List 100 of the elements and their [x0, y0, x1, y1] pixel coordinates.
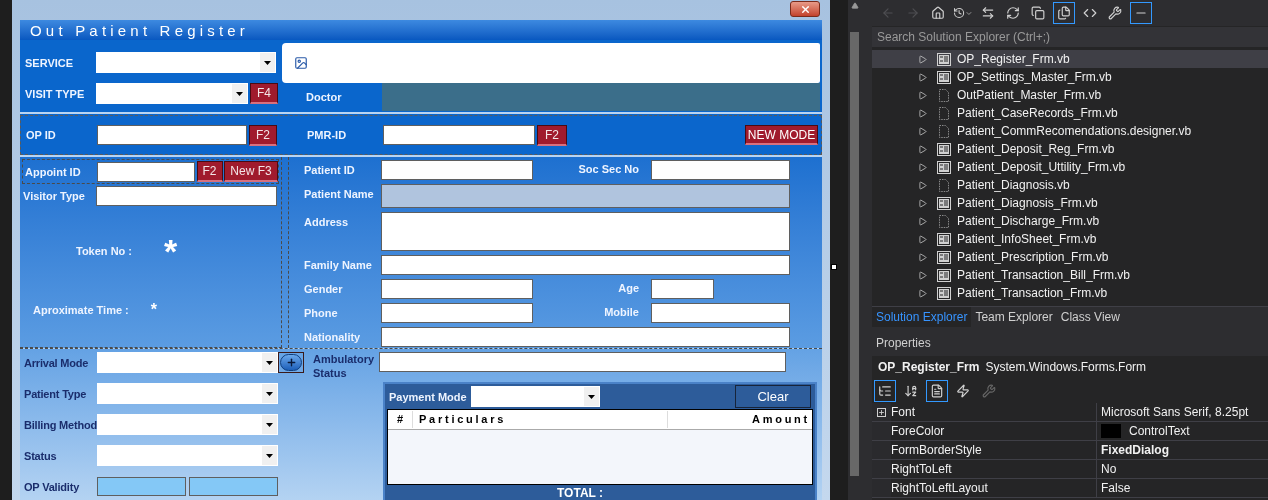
field-label: Phone [304, 306, 339, 320]
field-label: Family Name [304, 258, 373, 272]
lightning-icon [956, 383, 970, 398]
field-label: OP ID [26, 128, 57, 142]
property-value[interactable]: Microsoft Sans Serif, 8.25pt [1101, 403, 1249, 421]
dropdown-field[interactable] [97, 445, 278, 466]
text-field[interactable] [383, 125, 535, 145]
text-field[interactable] [651, 160, 790, 180]
tree-item[interactable]: Patient_Transaction_Frm.vb [872, 284, 1268, 302]
file-icon [937, 178, 951, 192]
tree-item[interactable]: OP_Settings_Master_Frm.vb [872, 68, 1268, 86]
resize-handle[interactable] [831, 264, 837, 270]
field-label: Status [23, 448, 58, 463]
dropdown-field[interactable] [96, 52, 276, 73]
shortcut-button[interactable]: F2 [196, 161, 223, 182]
text-field[interactable] [97, 161, 195, 182]
field-label: Billing Method [23, 417, 97, 432]
file-icon [937, 106, 951, 120]
dropdown-field[interactable] [470, 386, 600, 407]
file-name: Patient_Deposit_Reg_Frm.vb [957, 141, 1115, 158]
tree-item[interactable]: Patient_Discharge_Frm.vb [872, 212, 1268, 230]
file-icon [937, 88, 951, 102]
categorized-list-icon [878, 383, 892, 398]
text-field[interactable] [381, 327, 790, 347]
toolbar-button[interactable] [926, 379, 948, 402]
new-mode-button[interactable]: NEW MODE [745, 125, 818, 145]
form-icon [937, 250, 951, 264]
caret-icon [262, 384, 277, 403]
text-field[interactable] [381, 160, 533, 180]
field-label: Ambulatory Status [312, 352, 376, 380]
tree-item[interactable]: Patient_Prescription_Frm.vb [872, 248, 1268, 266]
panel-tab[interactable]: Class View [1056, 307, 1124, 327]
text-field[interactable] [651, 303, 790, 323]
file-name: Patient_Prescription_Frm.vb [957, 249, 1109, 266]
object-type: System.Windows.Forms.Form [985, 359, 1147, 376]
tree-item[interactable]: Patient_CommRecomendations.designer.vb [872, 122, 1268, 140]
column-header: Particulars [413, 411, 668, 428]
property-value[interactable]: FixedDialog [1101, 441, 1169, 459]
tree-item[interactable]: OP_Register_Frm.vb [872, 50, 1268, 68]
file-name: Patient_Transaction_Frm.vb [957, 285, 1108, 302]
tree-item[interactable]: Patient_Deposit_Reg_Frm.vb [872, 140, 1268, 158]
form-icon [937, 70, 951, 84]
text-field[interactable] [97, 477, 186, 496]
dropdown-field[interactable] [97, 414, 278, 435]
form-icon [937, 232, 951, 246]
image-icon [294, 56, 308, 70]
search-field[interactable]: Search Solution Explorer (Ctrl+;) [872, 27, 1268, 47]
toolbar-button[interactable] [874, 379, 896, 402]
tree-item[interactable]: Patient_Diagnosis.vb [872, 176, 1268, 194]
text-field[interactable] [381, 255, 790, 275]
field-label: PMR-ID [307, 128, 348, 142]
shortcut-button[interactable]: F2 [249, 124, 277, 146]
property-value[interactable]: No [1101, 460, 1117, 478]
text-field[interactable] [381, 303, 533, 323]
scrollbar[interactable] [848, 0, 872, 500]
text-field[interactable] [651, 279, 714, 299]
dropdown-field[interactable] [97, 352, 278, 373]
text-field[interactable] [189, 477, 278, 496]
file-name: Patient_InfoSheet_Frm.vb [957, 231, 1097, 248]
text-field[interactable] [379, 352, 786, 372]
add-button[interactable] [278, 352, 304, 373]
field-label: Soc Sec No [578, 162, 639, 176]
text-field[interactable] [97, 125, 247, 145]
file-name: OutPatient_Master_Frm.vb [957, 87, 1102, 104]
text-field[interactable] [381, 279, 533, 299]
dropdown-field[interactable] [97, 383, 278, 404]
tree-item[interactable]: Patient_InfoSheet_Frm.vb [872, 230, 1268, 248]
close-button[interactable] [790, 1, 820, 17]
tree-item[interactable]: Patient_CaseRecords_Frm.vb [872, 104, 1268, 122]
doctor-field[interactable] [382, 83, 820, 111]
panel-tab[interactable]: Team Explorer [971, 307, 1057, 327]
file-name: Patient_CommRecomendations.designer.vb [957, 123, 1192, 140]
property-value[interactable]: False [1101, 479, 1131, 497]
close-icon [799, 3, 811, 15]
caret-icon [262, 415, 277, 434]
field-label: Payment Mode [389, 389, 467, 404]
tree-item[interactable]: OutPatient_Master_Frm.vb [872, 86, 1268, 104]
shortcut-button[interactable]: F2 [537, 124, 567, 146]
text-field[interactable] [381, 184, 790, 208]
shortcut-button[interactable]: New F3 [224, 161, 278, 182]
form-icon [937, 286, 951, 300]
field-label: Address [304, 215, 350, 229]
text-field[interactable] [96, 186, 277, 206]
property-value[interactable]: ControlText [1129, 422, 1190, 440]
dropdown-field[interactable] [96, 83, 248, 104]
shortcut-button[interactable]: F4 [250, 83, 278, 104]
scrollbar-thumb[interactable] [850, 32, 859, 476]
tree-item[interactable]: Patient_Deposit_Uttility_Frm.vb [872, 158, 1268, 176]
file-name: Patient_Deposit_Uttility_Frm.vb [957, 159, 1126, 176]
tree-item[interactable]: Patient_Diagnosis_Frm.vb [872, 194, 1268, 212]
wrench-icon [982, 383, 996, 398]
field-label: Gender [304, 282, 344, 296]
file-name: OP_Register_Frm.vb [957, 51, 1070, 68]
tree-item[interactable]: Patient_Transaction_Bill_Frm.vb [872, 266, 1268, 284]
expand-icon[interactable] [877, 407, 886, 417]
field-label: Age [618, 281, 639, 295]
caret-icon [232, 84, 247, 103]
panel-tab[interactable]: Solution Explorer [872, 307, 972, 327]
clear-button[interactable]: Clear [735, 385, 811, 408]
text-field[interactable] [381, 212, 790, 251]
